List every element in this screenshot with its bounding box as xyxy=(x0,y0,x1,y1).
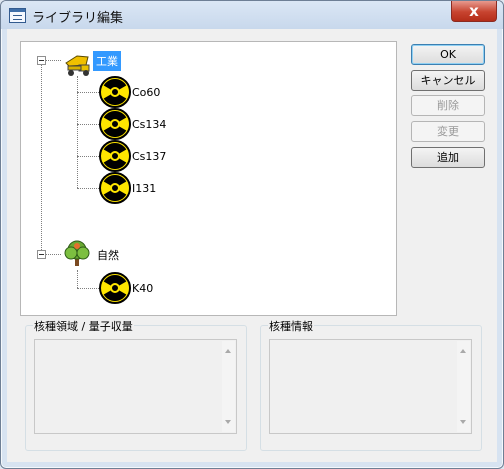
change-button[interactable]: 変更 xyxy=(411,121,485,142)
nuclide-co60[interactable]: Co60 xyxy=(132,86,160,99)
nuclide-info-list[interactable] xyxy=(269,339,472,434)
vertical-scrollbar[interactable] xyxy=(222,341,235,432)
dump-truck-icon xyxy=(65,55,90,76)
radiation-icon xyxy=(99,140,131,172)
collapse-industrial-icon[interactable] xyxy=(37,56,46,65)
scroll-down-icon[interactable] xyxy=(460,420,466,424)
nuclide-cs134[interactable]: Cs134 xyxy=(132,118,166,131)
natural-node-label[interactable]: 自然 xyxy=(97,247,119,263)
dialog-client-area: 工業 Co60 Cs134 Cs137 I131 自然 K40 OK キャンセル… xyxy=(7,29,497,462)
vertical-scrollbar[interactable] xyxy=(457,341,470,432)
radiation-icon xyxy=(99,76,131,108)
scroll-down-icon[interactable] xyxy=(225,420,231,424)
tree-connector xyxy=(77,124,101,125)
scroll-up-icon[interactable] xyxy=(460,349,466,353)
add-button[interactable]: 追加 xyxy=(411,147,485,168)
scroll-up-icon[interactable] xyxy=(225,349,231,353)
dialog-window: ライブラリ編集 x 工業 Co60 Cs134 Cs137 I131 自然 K4… xyxy=(0,0,504,469)
nuclide-region-list[interactable] xyxy=(34,339,237,434)
tree-connector xyxy=(77,188,101,189)
tree-connector xyxy=(41,60,42,254)
nuclide-info-title: 核種情報 xyxy=(268,318,314,334)
nuclide-info-group: 核種情報 xyxy=(260,318,482,451)
library-tree[interactable]: 工業 Co60 Cs134 Cs137 I131 自然 K40 xyxy=(20,41,397,316)
radiation-icon xyxy=(99,108,131,140)
collapse-natural-icon[interactable] xyxy=(37,250,46,259)
tree-nature-icon xyxy=(64,240,90,266)
nuclide-region-group: 核種領域 / 量子収量 xyxy=(25,318,247,451)
nuclide-k40[interactable]: K40 xyxy=(132,282,153,295)
nuclide-cs137[interactable]: Cs137 xyxy=(132,150,166,163)
nuclide-i131[interactable]: I131 xyxy=(132,182,156,195)
cancel-button[interactable]: キャンセル xyxy=(411,70,485,91)
tree-connector xyxy=(77,270,78,288)
window-title: ライブラリ編集 xyxy=(32,11,124,26)
industrial-node-label[interactable]: 工業 xyxy=(93,51,121,71)
close-button[interactable]: x xyxy=(451,1,497,22)
window-icon xyxy=(9,8,26,23)
title-bar: ライブラリ編集 x xyxy=(1,1,503,29)
tree-connector xyxy=(77,156,101,157)
tree-connector xyxy=(77,288,101,289)
nuclide-region-title: 核種領域 / 量子収量 xyxy=(33,318,134,334)
delete-button[interactable]: 削除 xyxy=(411,95,485,116)
radiation-icon xyxy=(99,172,131,204)
tree-connector xyxy=(77,92,101,93)
ok-button[interactable]: OK xyxy=(411,44,485,65)
radiation-icon xyxy=(99,272,131,304)
